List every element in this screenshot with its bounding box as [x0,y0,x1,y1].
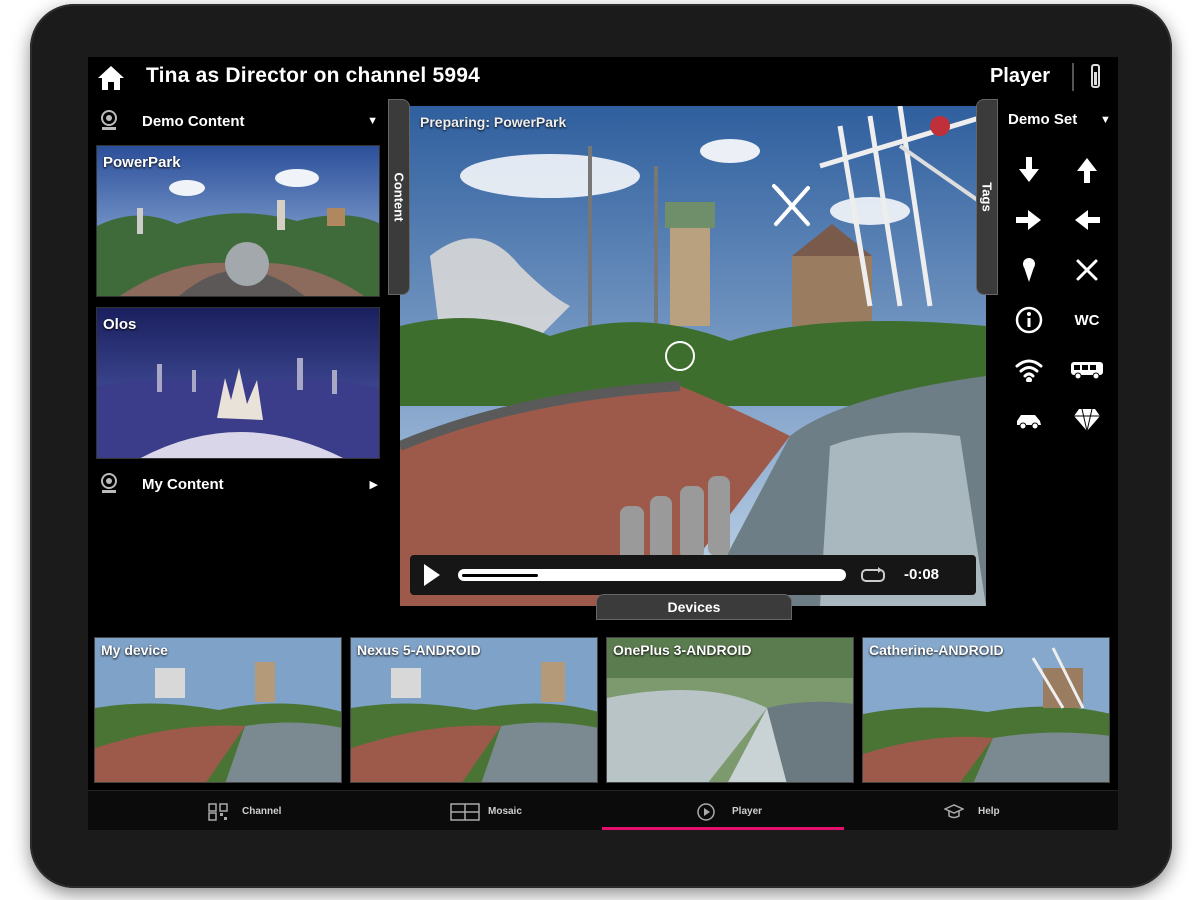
nav-player[interactable]: Player [600,791,856,830]
my-content-label: My Content [142,476,224,493]
olos-preview [97,308,379,458]
location-pin-icon[interactable] [1014,255,1044,285]
arrow-down-icon[interactable] [1014,155,1044,185]
tags-panel: Demo Set ▼ WC [1002,105,1118,435]
device-name: Catherine-ANDROID [869,642,1004,658]
nav-help[interactable]: Help [856,791,1112,830]
graduation-cap-icon [944,804,964,819]
player-icon [697,803,715,821]
app-header: Tina as Director on channel 5994 Player [88,57,1118,97]
battery-icon [1091,64,1100,88]
content-tab-label: Content [391,172,407,222]
demo-content-label: Demo Content [142,113,245,130]
qr-code-icon [208,803,228,821]
chevron-down-icon: ▼ [1100,114,1111,126]
arrow-right-icon[interactable] [1014,205,1044,235]
demo-content-dropdown[interactable]: Demo Content ▼ [96,107,382,135]
device-tile[interactable]: Catherine-ANDROID [862,637,1110,783]
nav-label: Player [732,806,763,817]
wifi-icon[interactable] [1014,355,1044,385]
loop-icon[interactable] [860,567,886,583]
playback-controls: -0:08 [410,555,976,595]
video-frame [400,106,986,606]
active-tab-indicator [602,827,844,830]
tags-side-tab[interactable]: Tags [976,99,998,295]
device-preview [863,638,1109,782]
page-title: Tina as Director on channel 5994 [146,64,480,87]
nav-mosaic[interactable]: Mosaic [344,791,600,830]
content-panel: Demo Content ▼ PowerPark Olos My Content… [96,105,382,495]
nav-label: Help [978,806,1000,817]
diamond-icon[interactable] [1072,405,1102,435]
time-remaining: -0:08 [904,566,940,583]
mode-label: Player [989,65,1050,87]
bus-icon[interactable] [1068,355,1106,385]
home-icon[interactable] [96,63,126,93]
devices-strip: My device Nexus 5-ANDROID OnePlus 3-ANDR… [94,637,1112,783]
360-badge-icon [101,473,117,493]
nav-label: Mosaic [488,806,522,817]
my-content-row[interactable]: My Content ▶ [96,470,382,498]
device-tile[interactable]: Nexus 5-ANDROID [350,637,598,783]
progress-bar[interactable] [458,569,846,581]
device-preview [95,638,341,782]
360-badge-icon [101,110,117,130]
device-name: OnePlus 3-ANDROID [613,642,752,658]
car-icon[interactable] [1014,405,1044,435]
play-icon[interactable] [424,564,440,586]
chevron-down-icon: ▼ [367,115,378,127]
devices-tab[interactable]: Devices [596,594,792,620]
nav-label: Channel [242,806,282,817]
device-name: My device [101,642,168,658]
video-thumbnail-powerpark[interactable]: PowerPark [96,145,380,297]
app-screen: Tina as Director on channel 5994 Player … [88,57,1118,830]
content-side-tab[interactable]: Content [388,99,410,295]
video-title: Olos [103,316,137,333]
mosaic-icon [450,803,480,821]
chevron-right-icon: ▶ [369,479,378,491]
nav-channel[interactable]: Channel [88,791,344,830]
video-status: Preparing: PowerPark [420,114,567,130]
device-name: Nexus 5-ANDROID [357,642,481,658]
restaurant-icon[interactable] [1072,255,1102,285]
bottom-navigation: Channel Mosaic Player Help [88,790,1118,830]
tag-set-label: Demo Set [1008,111,1078,128]
header-divider [1072,63,1074,91]
video-player[interactable]: Preparing: PowerPark -0:08 [400,106,986,606]
tags-tab-label: Tags [979,182,995,212]
video-title: PowerPark [103,154,181,171]
video-thumbnail-olos[interactable]: Olos [96,307,380,459]
device-preview [351,638,597,782]
info-icon[interactable] [1014,305,1044,335]
arrow-up-icon[interactable] [1072,155,1102,185]
device-tile[interactable]: My device [94,637,342,783]
device-preview [607,638,853,782]
device-tile[interactable]: OnePlus 3-ANDROID [606,637,854,783]
arrow-left-icon[interactable] [1072,205,1102,235]
progress-fill [462,574,538,577]
wc-icon[interactable]: WC [1068,305,1106,335]
